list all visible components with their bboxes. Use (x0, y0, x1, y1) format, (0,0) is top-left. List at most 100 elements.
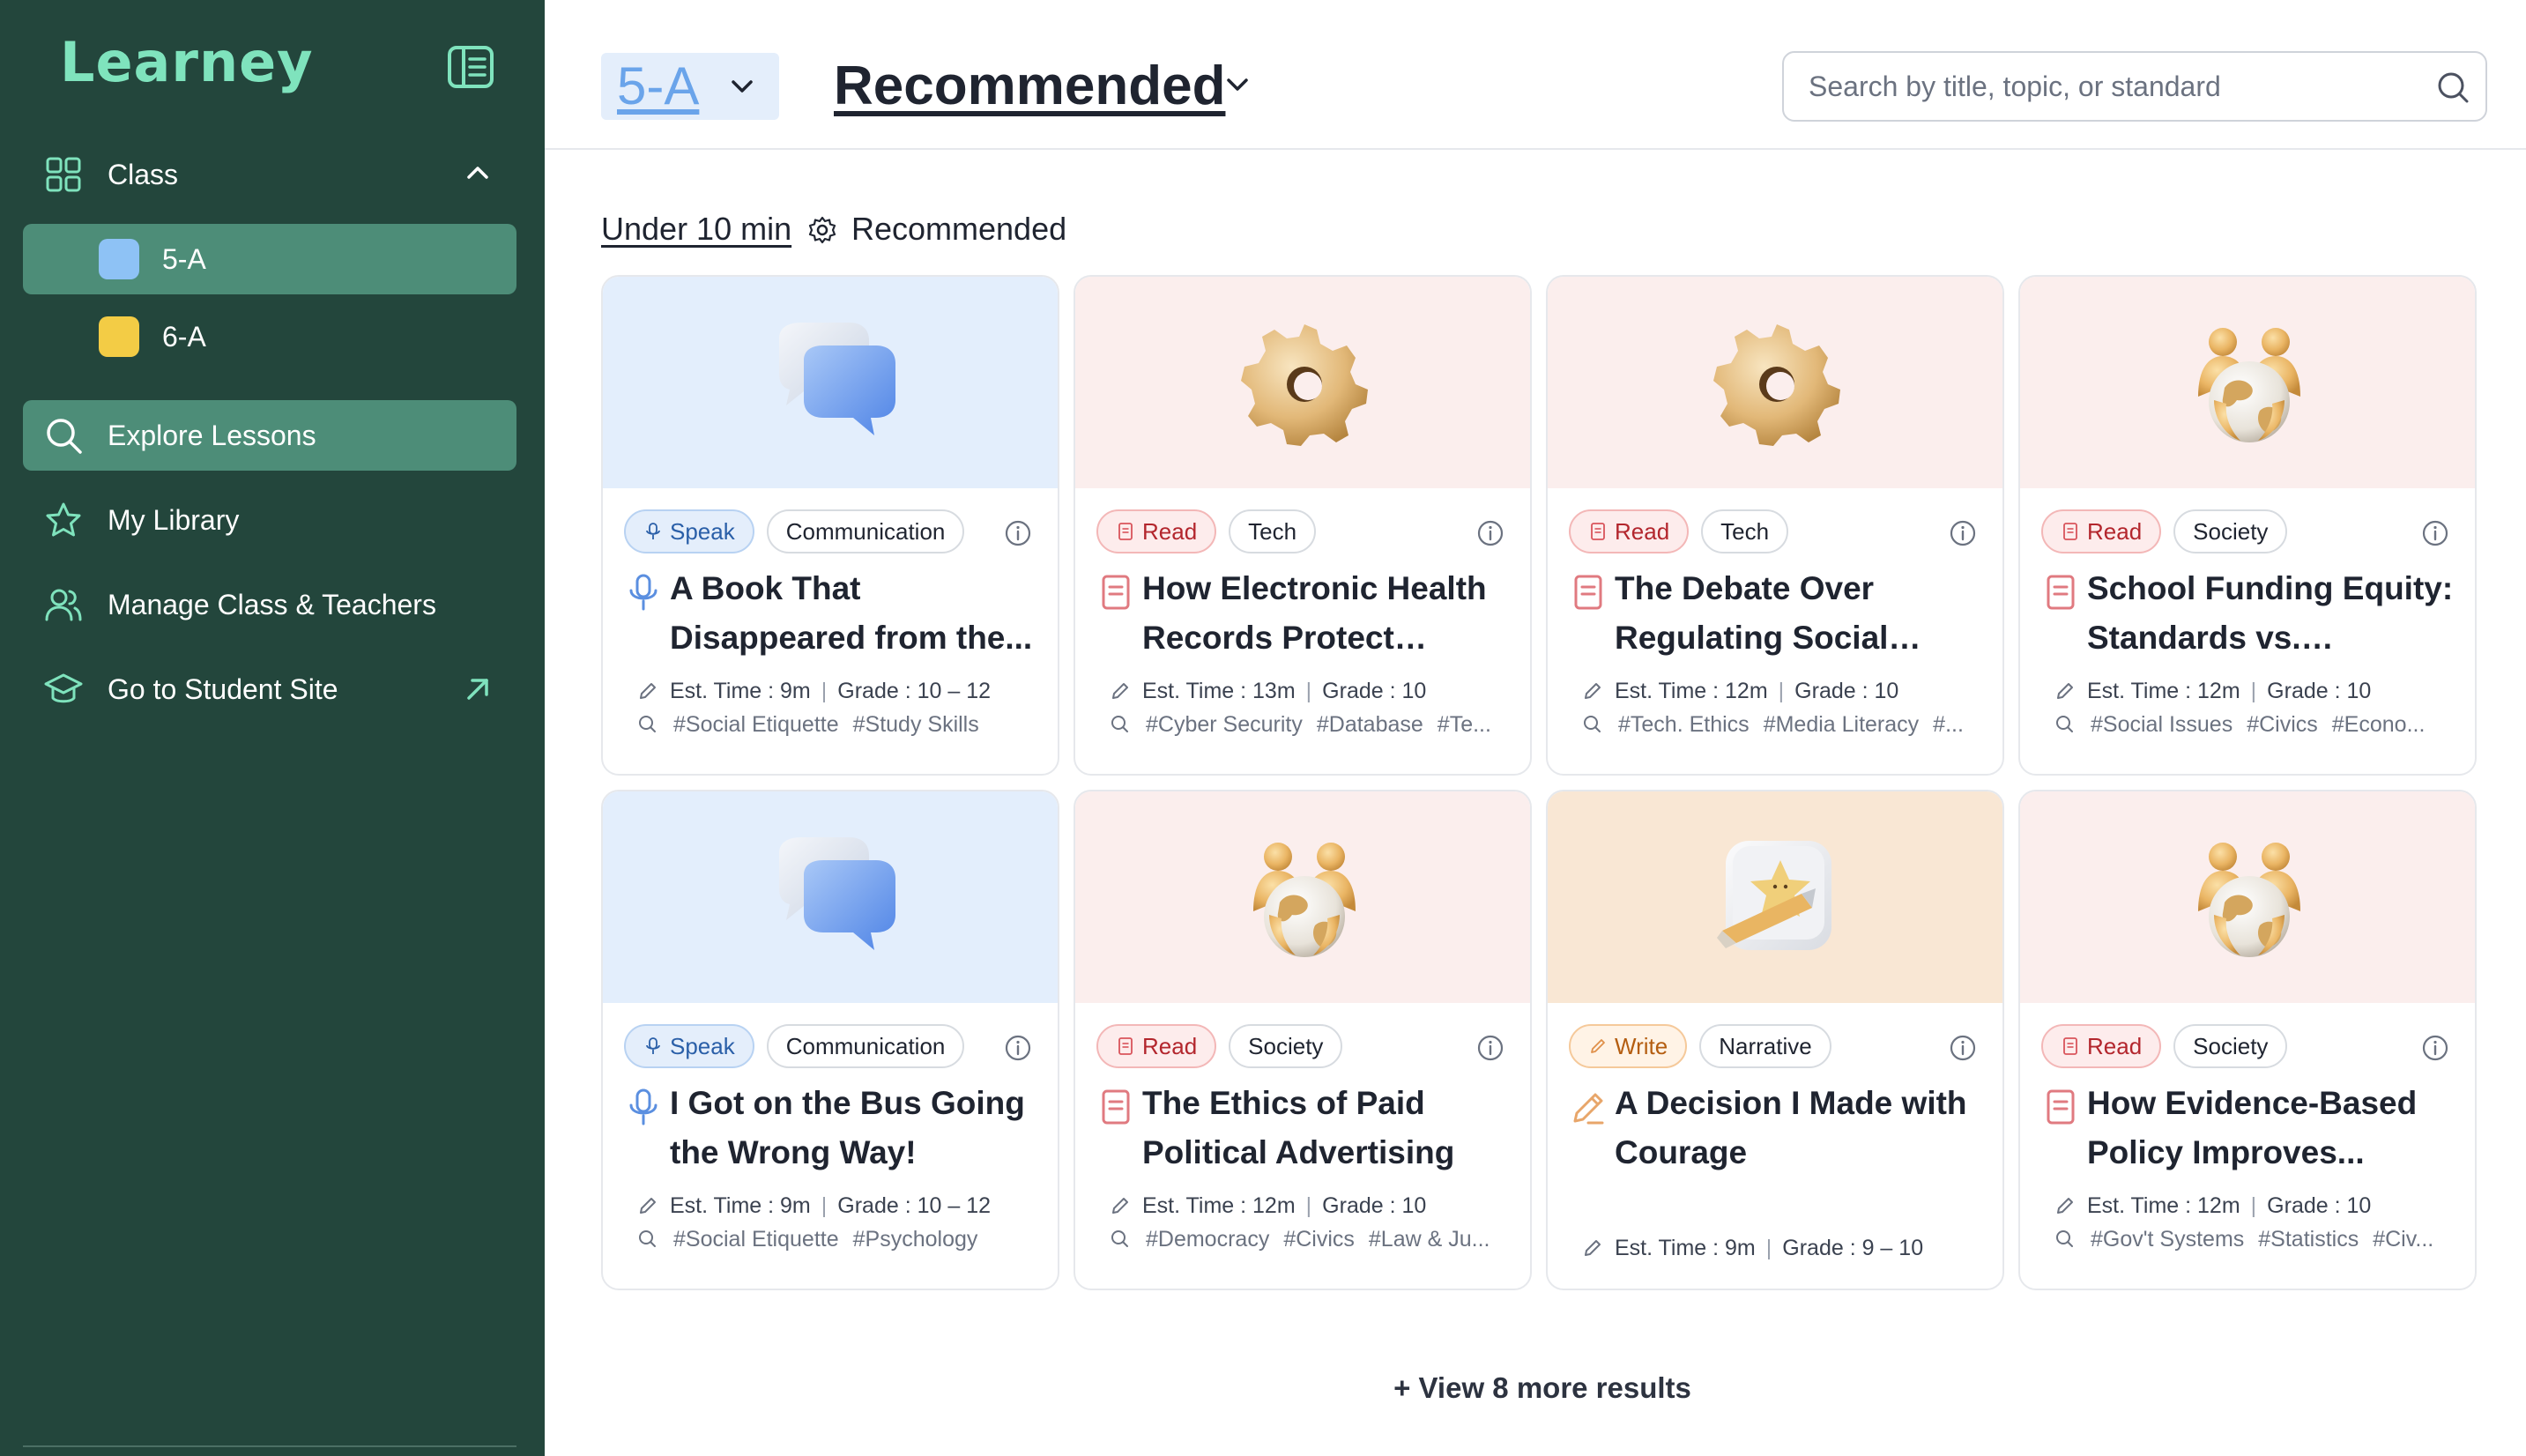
chevron-down-icon (1227, 78, 1248, 91)
topic-badge: Tech (1701, 509, 1789, 553)
lesson-card[interactable]: Read Society School Funding Equity: Stan… (2018, 275, 2477, 776)
lesson-title[interactable]: School Funding Equity: Standards vs. Res… (2087, 564, 2457, 663)
lesson-card[interactable]: Read Tech How Electronic Health Records … (1074, 275, 1532, 776)
grade-level: Grade : 9 – 10 (1782, 1235, 1924, 1260)
chevron-up-icon[interactable] (462, 157, 494, 189)
topic-badge: Society (2173, 509, 2288, 553)
lesson-title[interactable]: The Debate Over Regulating Social Medi..… (1615, 564, 1985, 663)
lesson-title[interactable]: How Evidence-Based Policy Improves... (2087, 1079, 2457, 1177)
sidebar-item-my-library[interactable]: My Library (23, 485, 516, 555)
brand-logo: Learney (60, 30, 314, 94)
card-thumbnail (603, 791, 1058, 1003)
lesson-card[interactable]: Speak Communication I Got on the Bus Goi… (601, 790, 1059, 1290)
lesson-tags: #Tech. Ethics #Media Literacy #... (1581, 707, 1987, 742)
lesson-type-badge: Read (1569, 509, 1690, 553)
meta-separator: | (1765, 1235, 1772, 1260)
sidebar-collapse-button[interactable] (446, 42, 495, 92)
card-thumbnail (1075, 277, 1530, 488)
search-icon (2056, 716, 2073, 732)
grade-level: Grade : 10 (1794, 678, 1899, 703)
lesson-card[interactable]: Read Society The Ethics of Paid Politica… (1074, 790, 1532, 1290)
tag: #Media Literacy (1763, 711, 1920, 737)
tag: #Social Etiquette (673, 711, 839, 737)
info-icon[interactable] (1003, 1033, 1033, 1063)
search-icon (2056, 1230, 2073, 1247)
card-badges: Speak Communication (624, 509, 965, 553)
info-icon[interactable] (1475, 518, 1505, 548)
lesson-tags: #Democracy #Civics #Law & Ju... (1109, 1222, 1514, 1257)
meta-separator: | (2250, 1192, 2257, 1218)
sidebar-item-explore-lessons[interactable]: Explore Lessons (23, 400, 516, 471)
sidebar-class-6a[interactable]: 6-A (23, 301, 516, 372)
gear-icon (1241, 324, 1368, 446)
lesson-card[interactable]: Speak Communication A Book That Disappea… (601, 275, 1059, 776)
view-more-results-button[interactable]: + View 8 more results (1269, 1366, 1816, 1410)
lesson-title[interactable]: The Ethics of Paid Political Advertising (1142, 1079, 1512, 1177)
lesson-type-label: Read (1142, 518, 1198, 545)
search-icon[interactable] (2434, 69, 2471, 106)
lesson-card[interactable]: Write Narrative A Decision I Made with C… (1546, 790, 2004, 1290)
search-box (1782, 51, 2487, 122)
lesson-type-badge: Speak (624, 1024, 754, 1068)
card-thumbnail (2020, 277, 2475, 488)
search-icon (1111, 1230, 1128, 1247)
pencil-icon (2057, 1198, 2073, 1214)
lesson-tags: #Gov't Systems #Statistics #Civ... (2054, 1222, 2459, 1257)
lesson-tags: #Cyber Security #Database #Te... (1109, 707, 1514, 742)
class-label: 5-A (162, 243, 206, 275)
info-icon[interactable] (1475, 1033, 1505, 1063)
sidebar-item-manage-class[interactable]: Manage Class & Teachers (23, 569, 516, 640)
lesson-type-badge: Read (2041, 1024, 2162, 1068)
sidebar-section-class[interactable]: Class (23, 139, 516, 210)
lesson-title[interactable]: How Electronic Health Records Protect Pa… (1142, 564, 1512, 663)
search-icon (1111, 716, 1128, 732)
document-icon (1118, 1037, 1133, 1055)
topic-badge: Communication (766, 1024, 965, 1068)
info-icon[interactable] (1003, 518, 1033, 548)
lesson-type-label: Read (1615, 518, 1670, 545)
lesson-title[interactable]: I Got on the Bus Going the Wrong Way! (670, 1079, 1040, 1177)
lesson-type-badge: Read (2041, 509, 2162, 553)
card-badges: Speak Communication (624, 1024, 965, 1068)
lesson-tags: #Social Etiquette #Psychology (636, 1222, 1042, 1257)
search-icon (1584, 716, 1601, 732)
microphone-icon (629, 1088, 658, 1125)
grade-level: Grade : 10 (2267, 1192, 2372, 1218)
sidebar-item-label: Manage Class & Teachers (108, 589, 436, 620)
card-badges: Write Narrative (1569, 1024, 1831, 1068)
estimated-time: Est. Time : 12m (1142, 1192, 1296, 1218)
document-icon (2047, 575, 2075, 610)
pencil-icon (1585, 1240, 1601, 1256)
tag: #Te... (1437, 711, 1491, 737)
topic-badge: Tech (1229, 509, 1317, 553)
info-icon[interactable] (2420, 1033, 2450, 1063)
lesson-title[interactable]: A Book That Disappeared from the... (670, 564, 1040, 663)
graduation-cap-icon (44, 673, 83, 703)
time-filter-link[interactable]: Under 10 min (601, 208, 791, 250)
document-icon (2047, 1089, 2075, 1125)
class-select-dropdown[interactable]: 5-A (601, 53, 779, 120)
search-input[interactable] (1809, 65, 2426, 108)
lesson-type-label: Speak (670, 1033, 735, 1059)
lesson-type-label: Read (2087, 1033, 2143, 1059)
info-icon[interactable] (2420, 518, 2450, 548)
gear-icon[interactable] (807, 215, 837, 245)
document-icon (1574, 575, 1602, 610)
lesson-title[interactable]: A Decision I Made with Courage (1615, 1079, 1985, 1177)
card-thumbnail (1548, 791, 2002, 1003)
lesson-card[interactable]: Read Tech The Debate Over Regulating Soc… (1546, 275, 2004, 776)
sidebar-item-student-site[interactable]: Go to Student Site (23, 654, 516, 724)
pencil-icon (640, 683, 656, 699)
sidebar-panel-icon (448, 46, 494, 88)
sidebar-class-5a[interactable]: 5-A (23, 224, 516, 294)
lesson-meta: Est. Time : 12m | Grade : 10 (2054, 673, 2371, 709)
info-icon[interactable] (1948, 518, 1978, 548)
lesson-card[interactable]: Read Society How Evidence-Based Policy I… (2018, 790, 2477, 1290)
class-color-swatch (99, 316, 139, 357)
sidebar-item-label: Explore Lessons (108, 420, 316, 451)
grid-icon (46, 157, 81, 192)
card-badges: Read Tech (1096, 509, 1317, 553)
tag: #Civics (1283, 1226, 1355, 1252)
tag: #Psychology (852, 1226, 978, 1252)
info-icon[interactable] (1948, 1033, 1978, 1063)
